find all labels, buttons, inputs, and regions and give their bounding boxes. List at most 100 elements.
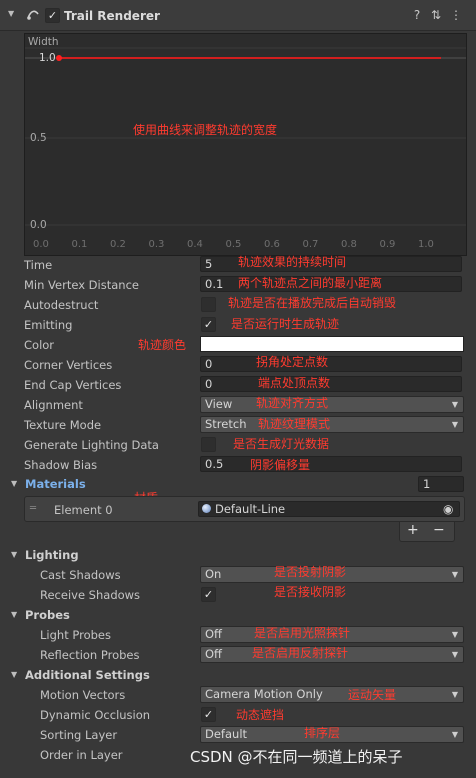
materials-label[interactable]: Materials [25,477,86,491]
curve-annotation: 使用曲线来调整轨迹的宽度 [133,123,278,137]
more-menu-icon[interactable]: ⋮ [449,8,463,22]
sorting-layer-annotation: 排序层 [304,726,341,740]
dynamic-occlusion-label: Dynamic Occlusion [40,708,151,722]
material-icon [202,504,211,513]
texture-mode-value: Stretch [205,417,247,431]
motion-vectors-label: Motion Vectors [40,688,126,702]
light-probes-label: Light Probes [40,628,111,642]
reflection-probes-value: Off [205,647,222,661]
motion-vectors-annotation: 运动矢量 [348,688,397,702]
receive-shadows-label: Receive Shadows [40,588,141,602]
emitting-checkbox[interactable]: ✓ [201,317,216,332]
alignment-value: View [205,397,233,411]
x-tick-label: 0.0 [33,239,49,250]
foldout-arrow-icon[interactable]: ▼ [8,9,14,18]
width-curve-editor[interactable]: Width 1.0 0.5 0.0 使用曲线来调整轨迹的宽度 0.0 0.1 0.2… [24,33,467,256]
curve-label: Width [28,36,59,48]
chevron-down-icon: ▼ [451,730,458,739]
trail-renderer-icon [26,7,40,21]
dynamic-occlusion-checkbox[interactable]: ✓ [201,707,216,722]
x-tick-label: 0.6 [264,239,280,250]
min-vertex-annotation: 两个轨迹点之间的最小距离 [238,276,383,290]
cast-shadows-annotation: 是否投射阴影 [274,565,347,579]
x-tick-label: 0.2 [110,239,126,250]
x-tick-label: 0.5 [225,239,242,250]
autodestruct-checkbox[interactable] [201,297,216,312]
chevron-down-icon: ▼ [451,690,458,699]
remove-element-button[interactable]: − [433,522,445,538]
x-tick-label: 0.8 [341,239,357,250]
chevron-down-icon: ▼ [451,650,458,659]
generate-lighting-data-checkbox[interactable] [201,437,216,452]
chevron-down-icon: ▼ [451,400,458,409]
lighting-data-annotation: 是否生成灯光数据 [233,437,330,451]
add-element-button[interactable]: + [407,522,419,538]
presets-icon[interactable]: ⇅ [429,8,443,22]
corner-vertices-field[interactable]: 0 [200,356,462,372]
x-tick-label: 0.3 [148,239,165,250]
probes-foldout-icon[interactable]: ▼ [11,610,17,619]
emitting-label: Emitting [24,318,73,332]
order-in-layer-label: Order in Layer [40,748,123,762]
curve-value-label: 1.0 [39,52,56,64]
color-annotation: 轨迹颜色 [138,338,187,352]
motion-vectors-dropdown[interactable]: Camera Motion Only ▼ [200,686,464,703]
additional-settings-foldout-icon[interactable]: ▼ [11,670,17,679]
color-swatch[interactable] [200,336,464,352]
object-picker-icon[interactable]: ◉ [443,502,453,516]
color-label: Color [24,338,55,352]
generate-lighting-data-label: Generate Lighting Data [24,438,159,452]
element-0-object-field[interactable]: Default-Line [198,501,460,517]
time-annotation: 轨迹效果的持续时间 [238,255,347,269]
emitting-annotation: 是否运行时生成轨迹 [231,317,340,331]
alignment-dropdown[interactable]: View ▼ [200,396,464,413]
min-vertex-distance-label: Min Vertex Distance [24,278,139,292]
shadow-bias-field[interactable]: 0.5 [200,456,462,472]
receive-shadows-checkbox[interactable]: ✓ [201,587,216,602]
autodestruct-label: Autodestruct [24,298,99,312]
chevron-down-icon: ▼ [451,630,458,639]
light-probes-value: Off [205,627,222,641]
receive-shadows-annotation: 是否接收阴影 [274,585,347,599]
x-axis-ticks: 0.0 0.1 0.2 0.3 0.4 0.5 0.6 0.7 0.8 0.9 1.0 [25,239,466,253]
y-tick-label: 0.0 [30,219,47,231]
cast-shadows-label: Cast Shadows [40,568,121,582]
alignment-annotation: 轨迹对齐方式 [256,396,329,410]
reflection-probes-label: Reflection Probes [40,648,140,662]
element-0-label: Element 0 [54,503,113,517]
end-cap-annotation: 端点处顶点数 [258,376,331,390]
materials-count-field[interactable]: 1 [418,476,464,492]
reflection-probes-annotation: 是否启用反射探针 [252,646,349,660]
materials-foldout-icon[interactable]: ▼ [11,479,17,488]
x-tick-label: 0.4 [187,239,203,250]
motion-vectors-value: Camera Motion Only [205,687,323,701]
curve-key-point[interactable] [56,55,62,61]
autodestruct-annotation: 轨迹是否在播放完成后自动销毁 [228,296,397,310]
x-tick-label: 0.7 [302,239,319,250]
sorting-layer-value: Default [205,727,248,741]
additional-settings-section-label[interactable]: Additional Settings [25,668,150,682]
time-label: Time [24,258,53,272]
texture-mode-dropdown[interactable]: Stretch ▼ [200,416,464,433]
watermark: CSDN @不在同一频道上的呆子 [190,748,403,766]
help-icon[interactable]: ? [410,8,424,22]
shadow-bias-label: Shadow Bias [24,458,98,472]
component-title: Trail Renderer [64,9,160,23]
x-tick-label: 1.0 [418,239,434,250]
corner-vertices-label: Corner Vertices [24,358,113,372]
lighting-foldout-icon[interactable]: ▼ [11,550,17,559]
texture-mode-label: Texture Mode [24,418,102,432]
x-tick-label: 0.1 [71,239,88,250]
probes-section-label[interactable]: Probes [25,608,70,622]
light-probes-annotation: 是否启用光照探针 [254,626,351,640]
corner-vertices-annotation: 拐角处定点数 [256,355,329,369]
end-cap-vertices-field[interactable]: 0 [200,376,462,392]
chevron-down-icon: ▼ [451,570,458,579]
component-enabled-checkbox[interactable]: ✓ [45,8,60,23]
lighting-section-label[interactable]: Lighting [25,548,79,562]
dynamic-occlusion-annotation: 动态遮挡 [236,708,285,722]
drag-handle-icon[interactable]: ═ [30,503,36,514]
cast-shadows-value: On [205,567,222,581]
texture-mode-annotation: 轨迹纹理模式 [258,417,331,431]
chevron-down-icon: ▼ [451,420,458,429]
